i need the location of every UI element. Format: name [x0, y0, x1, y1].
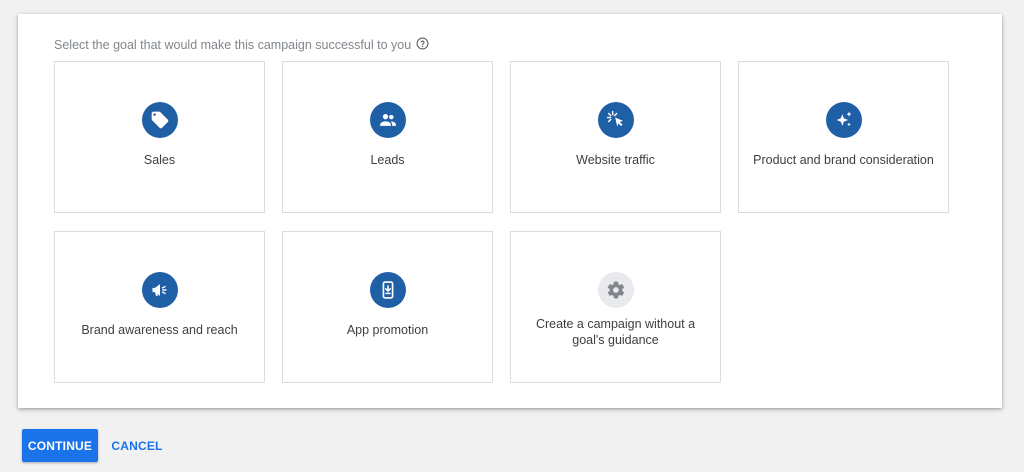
goal-label: App promotion	[346, 323, 429, 337]
goal-label: Sales	[143, 153, 176, 167]
cancel-button[interactable]: CANCEL	[106, 429, 168, 462]
goal-option-product-brand-consideration[interactable]: Product and brand consideration	[738, 61, 949, 213]
goal-label: Leads	[370, 153, 405, 167]
megaphone-icon	[141, 272, 178, 308]
goal-label: Product and brand consideration	[753, 153, 934, 167]
goal-label: Create a campaign without a goal's guida…	[519, 316, 712, 348]
goal-label-line2: goal's guidance	[572, 333, 659, 347]
phone-download-icon	[369, 272, 406, 308]
goal-label: Brand awareness and reach	[81, 323, 238, 337]
gear-icon	[597, 272, 634, 308]
goal-prompt: Select the goal that would make this cam…	[54, 37, 429, 52]
goal-label-line1: Create a campaign without a	[535, 317, 696, 331]
goal-option-app-promotion[interactable]: App promotion	[282, 231, 493, 383]
cursor-click-icon	[597, 102, 634, 138]
continue-button[interactable]: CONTINUE	[22, 429, 98, 462]
sparkle-icon	[825, 102, 862, 138]
goal-selection-card: Select the goal that would make this cam…	[18, 14, 1002, 408]
goal-label: Website traffic	[576, 153, 655, 167]
goal-option-no-guidance[interactable]: Create a campaign without a goal's guida…	[510, 231, 721, 383]
help-icon[interactable]	[416, 37, 429, 50]
tag-icon	[141, 102, 178, 138]
goal-option-sales[interactable]: Sales	[54, 61, 265, 213]
goal-option-leads[interactable]: Leads	[282, 61, 493, 213]
goal-option-website-traffic[interactable]: Website traffic	[510, 61, 721, 213]
people-icon	[369, 102, 406, 138]
goal-option-brand-awareness-reach[interactable]: Brand awareness and reach	[54, 231, 265, 383]
goal-prompt-text: Select the goal that would make this cam…	[54, 38, 412, 52]
